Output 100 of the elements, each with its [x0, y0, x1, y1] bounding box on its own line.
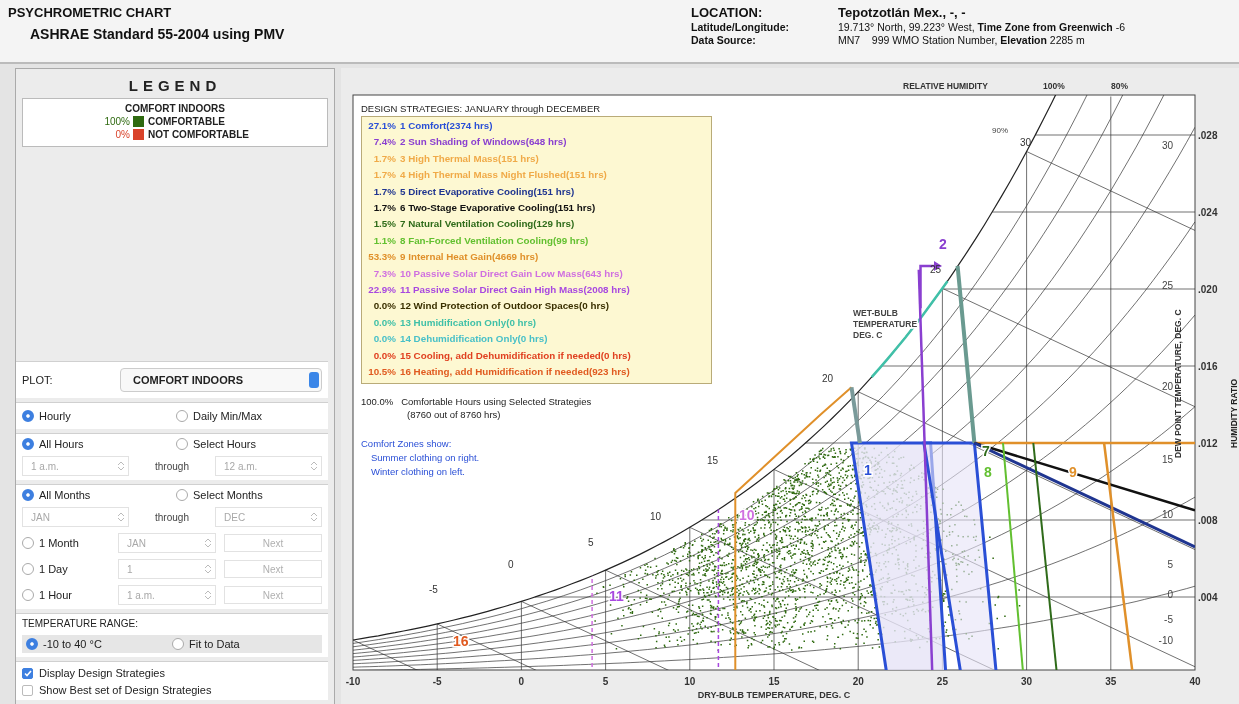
stepper-arrows-icon — [311, 461, 317, 471]
dew-point-tick-label: -10 — [1158, 635, 1173, 646]
dew-point-tick-label: 25 — [1161, 280, 1173, 291]
radio-label: 1 Day — [39, 563, 68, 575]
x-tick-label: 15 — [768, 676, 780, 687]
zone-number: 7 — [982, 443, 990, 459]
checkbox[interactable]: Display Design Strategies — [22, 667, 322, 679]
temperature-range-label: TEMPERATURE RANGE: — [22, 618, 139, 629]
legend-percent: 0% — [114, 129, 130, 140]
strategy-percent: 1.7% — [372, 151, 396, 166]
wet-bulb-tick-label: 5 — [588, 537, 594, 548]
x-tick-label: 20 — [852, 676, 864, 687]
humidity-ratio-axis-label: HUMIDITY RATIO — [1229, 378, 1239, 448]
wet-bulb-tick-label: 30 — [1020, 137, 1032, 148]
dew-point-tick-label: 20 — [1161, 381, 1173, 392]
summary-text: 100.0% Comfortable Hours using Selected Strategies — [361, 396, 592, 407]
plot-label: PLOT: — [22, 374, 54, 386]
wet-bulb-axis-label: DEG. C — [853, 330, 883, 340]
x-tick-label: -5 — [432, 676, 442, 687]
comfort-note-line: Winter clothing on left. — [370, 466, 466, 477]
radio-label: Daily Min/Max — [193, 410, 263, 422]
legend-percent: 100% — [103, 116, 130, 127]
stepper-arrows-icon — [311, 512, 317, 522]
stepper-arrows-icon — [118, 461, 124, 471]
zone-number: 1 — [864, 462, 872, 478]
wet-bulb-tick-label: -5 — [429, 584, 438, 595]
strategy-percent: 7.4% — [372, 135, 396, 150]
dew-point-axis-label: DEW POINT TEMPERATURE, DEG. C — [1173, 309, 1183, 458]
strategy-label: 1 Comfort(2374 hrs) — [400, 119, 493, 133]
checkbox-label: Show Best set of Design Strategies — [39, 684, 212, 696]
data-source-label: Data Source: — [691, 34, 757, 46]
radio-label: Hourly — [39, 410, 71, 422]
dew-point-tick-label: 10 — [1161, 509, 1173, 520]
location-label: LOCATION: — [691, 5, 764, 20]
strategy-percent: 0.0% — [372, 299, 396, 314]
dew-point-tick-label: 15 — [1161, 454, 1173, 465]
wet-bulb-axis-label: WET-BULB — [853, 308, 898, 318]
stepper-arrows-icon — [205, 564, 211, 574]
strategy-percent: 7.3% — [372, 266, 396, 281]
dew-point-tick-label: 30 — [1161, 140, 1173, 151]
radio-label: 1 Hour — [39, 589, 73, 601]
strategy-percent: 10.5% — [367, 365, 396, 380]
through-label: through — [154, 460, 190, 472]
wet-bulb-tick-label: 0 — [508, 559, 514, 570]
checkbox-label: Display Design Strategies — [39, 667, 165, 679]
radio-label: Fit to Data — [189, 638, 240, 650]
wet-bulb-tick-label: 10 — [650, 511, 662, 522]
humidity-ratio-tick-label: .004 — [1198, 592, 1218, 603]
radio-label: Select Hours — [193, 438, 256, 450]
legend-label: NOT COMFORTABLE — [148, 129, 250, 140]
strategy-label: 12 Wind Protection of Outdoor Spaces(0 hrs) — [400, 299, 609, 314]
radio-button[interactable]: Hourly — [22, 410, 168, 422]
x-tick-label: 35 — [1105, 676, 1117, 687]
x-tick-label: 0 — [518, 676, 525, 687]
radio-button[interactable]: Fit to Data — [172, 638, 318, 650]
summary-hours: (8760 out of 8760 hrs) — [406, 409, 502, 420]
strategy-percent: 1.1% — [372, 233, 396, 248]
comfort-note-line: Summer clothing on right. — [370, 452, 480, 463]
wet-bulb-tick-label: 25 — [930, 264, 942, 275]
strategy-label: 4 High Thermal Mass Night Flushed(151 hrs) — [400, 168, 607, 183]
strategies-title: DESIGN STRATEGIES: JANUARY through DECEMBER — [361, 103, 601, 114]
strategy-percent: 27.1% — [367, 119, 396, 133]
dew-point-tick-label: -5 — [1164, 614, 1173, 625]
radio-label: All Hours — [39, 438, 84, 450]
humidity-ratio-tick-label: .016 — [1198, 361, 1218, 372]
relative-humidity-value: 80% — [1111, 81, 1128, 91]
radio-label: Select Months — [193, 489, 263, 501]
x-tick-label: 30 — [1021, 676, 1033, 687]
strategy-percent: 1.7% — [372, 201, 396, 216]
relative-humidity-value: 90% — [992, 126, 1008, 135]
strategy-percent: 1.7% — [372, 168, 396, 183]
x-tick-label: 10 — [684, 676, 696, 687]
strategy-label: 2 Sun Shading of Windows(648 hrs) — [400, 135, 567, 150]
strategy-label: 10 Passive Solar Direct Gain Low Mass(643 hrs) — [400, 266, 623, 281]
strategy-label: 8 Fan-Forced Ventilation Cooling(99 hrs) — [400, 233, 589, 248]
x-axis-label: DRY-BULB TEMPERATURE, DEG. C — [697, 690, 851, 700]
x-tick-label: 5 — [602, 676, 609, 687]
strategy-percent: 0.0% — [372, 348, 396, 363]
strategy-percent: 22.9% — [367, 283, 396, 298]
humidity-ratio-tick-label: .008 — [1198, 515, 1218, 526]
arrow-icon — [919, 260, 942, 309]
strategy-label: 15 Cooling, add Dehumidification if needed(0 hrs) — [400, 348, 631, 363]
checkbox[interactable]: Show Best set of Design Strategies — [22, 684, 322, 696]
zone-number: 2 — [939, 236, 947, 252]
strategy-label: 6 Two-Stage Evaporative Cooling(151 hrs) — [400, 201, 596, 216]
stepper-arrows-icon — [118, 512, 124, 522]
relative-humidity-value: 100% — [1043, 81, 1065, 91]
plot-select[interactable]: COMFORT INDOORS — [120, 368, 322, 392]
chart-title: PSYCHROMETRIC CHART — [8, 5, 173, 20]
humidity-ratio-tick-label: .020 — [1198, 284, 1218, 295]
strategy-label: 5 Direct Evaporative Cooling(151 hrs) — [400, 184, 575, 199]
relative-humidity-label: RELATIVE HUMIDITY — [903, 81, 988, 91]
strategy-label: 14 Dehumidification Only(0 hrs) — [400, 332, 548, 347]
strategy-label: 13 Humidification Only(0 hrs) — [400, 315, 537, 330]
radio-button[interactable]: -10 to 40 °C — [26, 638, 172, 650]
radio-button[interactable]: Daily Min/Max — [176, 410, 322, 422]
stepper-arrows-icon — [205, 538, 211, 548]
radio-label: -10 to 40 °C — [43, 638, 102, 650]
strategy-label: 7 Natural Ventilation Cooling(129 hrs) — [400, 217, 575, 232]
wet-bulb-tick-label: 20 — [822, 373, 834, 384]
